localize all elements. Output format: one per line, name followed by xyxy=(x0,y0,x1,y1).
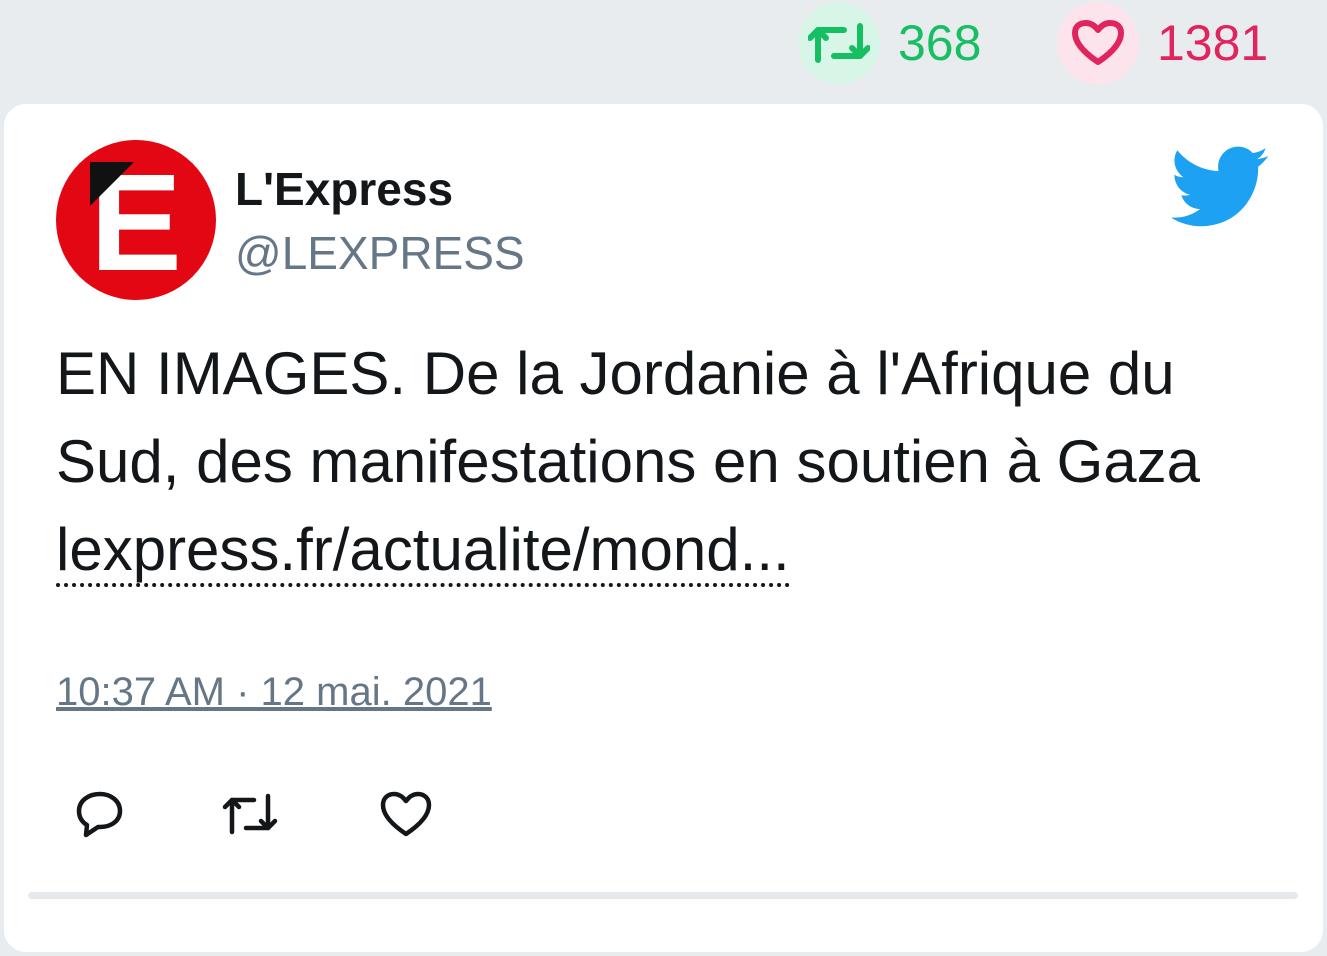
author-handle[interactable]: @LEXPRESS xyxy=(235,230,525,276)
retweet-icon[interactable] xyxy=(220,784,280,844)
retweet-count: 368 xyxy=(898,15,982,71)
avatar-logo-corner xyxy=(90,162,134,206)
twitter-bird-icon[interactable] xyxy=(1172,146,1270,228)
tweet-timestamp[interactable]: 10:37 AM · 12 mai. 2021 xyxy=(56,672,492,712)
engagement-summary: 368 1381 xyxy=(0,0,1327,90)
avatar-logo: E xyxy=(89,146,183,300)
tweet-link[interactable]: lexpress.fr/actualite/mond... xyxy=(56,516,790,587)
tweet-card: E L'Express @LEXPRESS EN IMAGES. De la J… xyxy=(4,104,1323,952)
avatar[interactable]: E xyxy=(56,140,216,300)
heart-stat-icon xyxy=(1057,2,1139,84)
retweet-stat-icon xyxy=(798,2,880,84)
retweet-stat[interactable]: 368 xyxy=(798,2,981,84)
tweet-text-body: EN IMAGES. De la Jordanie à l'Afrique du… xyxy=(56,340,1201,495)
like-stat[interactable]: 1381 xyxy=(1057,2,1268,84)
like-count: 1381 xyxy=(1157,15,1269,71)
divider xyxy=(28,892,1298,899)
tweet-text: EN IMAGES. De la Jordanie à l'Afrique du… xyxy=(56,330,1276,594)
heart-icon[interactable] xyxy=(376,784,436,844)
author-name[interactable]: L'Express xyxy=(235,166,453,212)
reply-icon[interactable] xyxy=(70,784,130,844)
